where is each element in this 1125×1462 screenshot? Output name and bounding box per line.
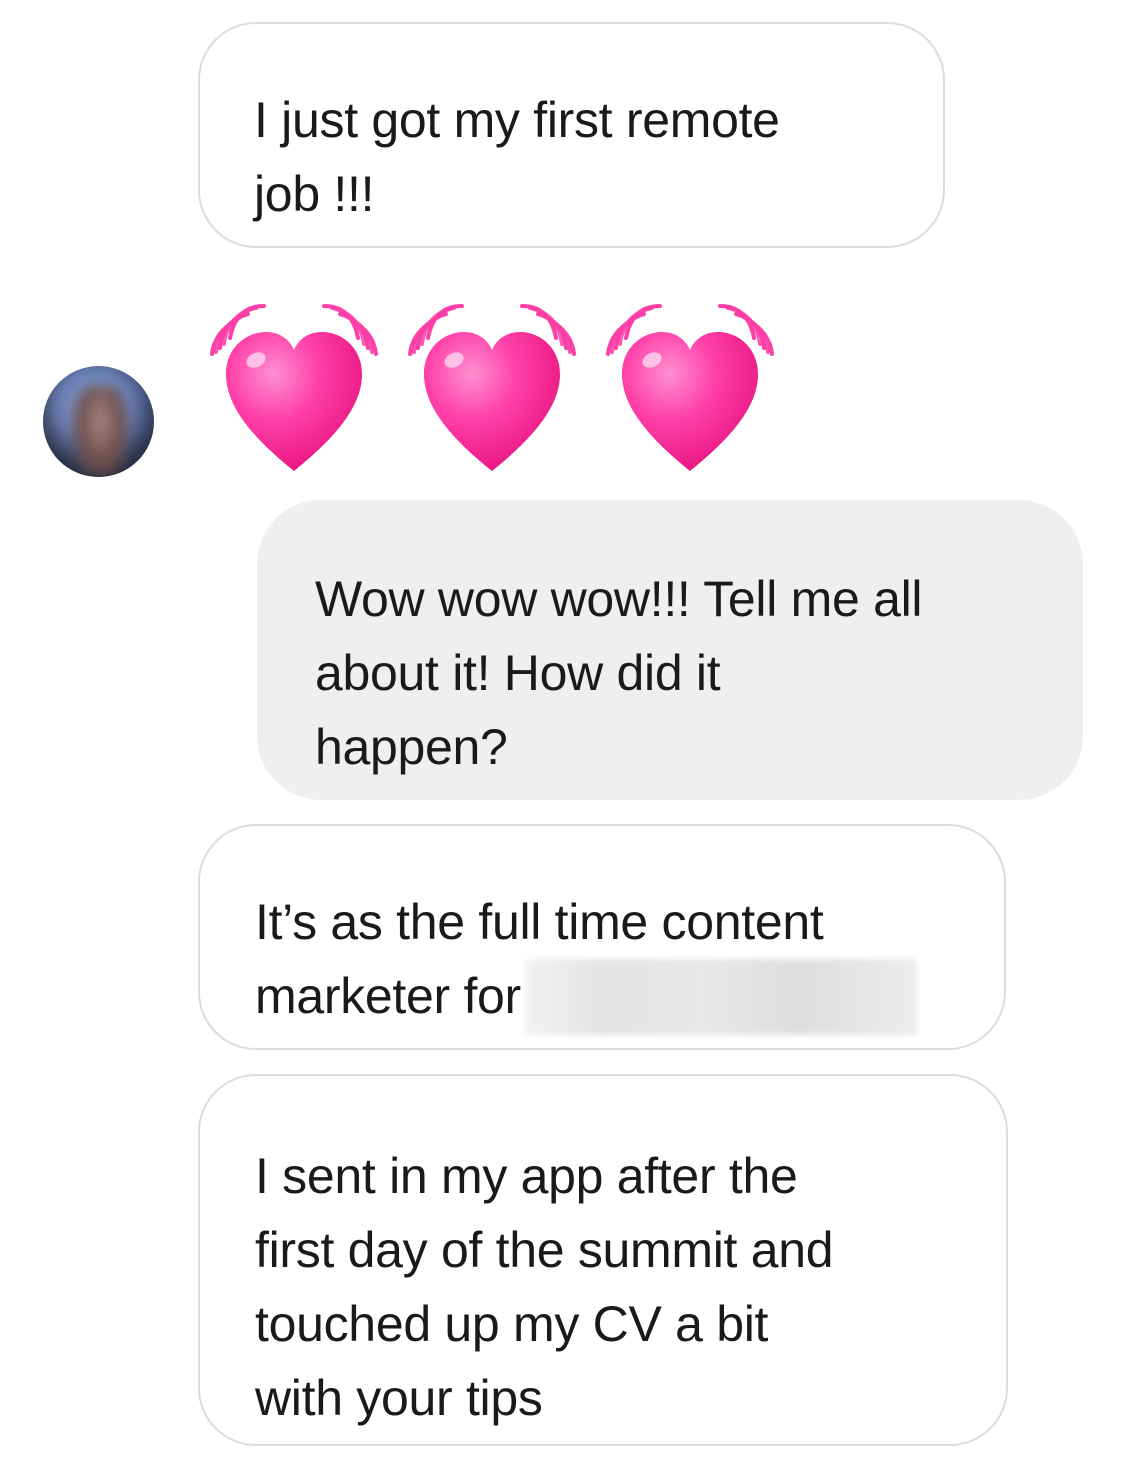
message-line: touched up my CV a bit (255, 1296, 769, 1352)
message-line: happen? (315, 719, 508, 775)
message-line: first day of the summit and (255, 1222, 834, 1278)
message-bubble-sent[interactable]: I just got my first remote job !!! (198, 22, 945, 248)
message-line: I sent in my app after the (255, 1148, 798, 1204)
beating-heart-emoji (606, 304, 774, 473)
avatar-photo (73, 386, 128, 476)
message-text: I just got my first remote job !!! (254, 83, 893, 231)
beating-heart-emoji (408, 304, 576, 473)
message-line: with your tips (255, 1370, 543, 1426)
message-line: It’s as the full time content (255, 894, 824, 950)
message-line: Wow wow wow!!! Tell me all (315, 571, 923, 627)
message-line: I just got my first remote (254, 92, 780, 148)
message-line: job !!! (254, 166, 375, 222)
beating-heart-emoji (210, 304, 378, 473)
message-text: I sent in my app after the first day of … (255, 1139, 966, 1435)
message-line: marketer for (255, 958, 964, 1035)
emoji-message[interactable] (204, 296, 784, 476)
redacted-text (524, 958, 917, 1035)
message-text: Wow wow wow!!! Tell me all about it! How… (315, 562, 1043, 784)
message-line-text: marketer for (255, 968, 521, 1024)
message-bubble-sent[interactable]: It’s as the full time content marketer f… (198, 824, 1006, 1050)
message-bubble-sent[interactable]: I sent in my app after the first day of … (198, 1074, 1008, 1446)
avatar[interactable] (43, 366, 154, 477)
message-bubble-received[interactable]: Wow wow wow!!! Tell me all about it! How… (257, 500, 1083, 800)
message-text: It’s as the full time content marketer f… (255, 885, 964, 1035)
message-line: about it! How did it (315, 645, 721, 701)
